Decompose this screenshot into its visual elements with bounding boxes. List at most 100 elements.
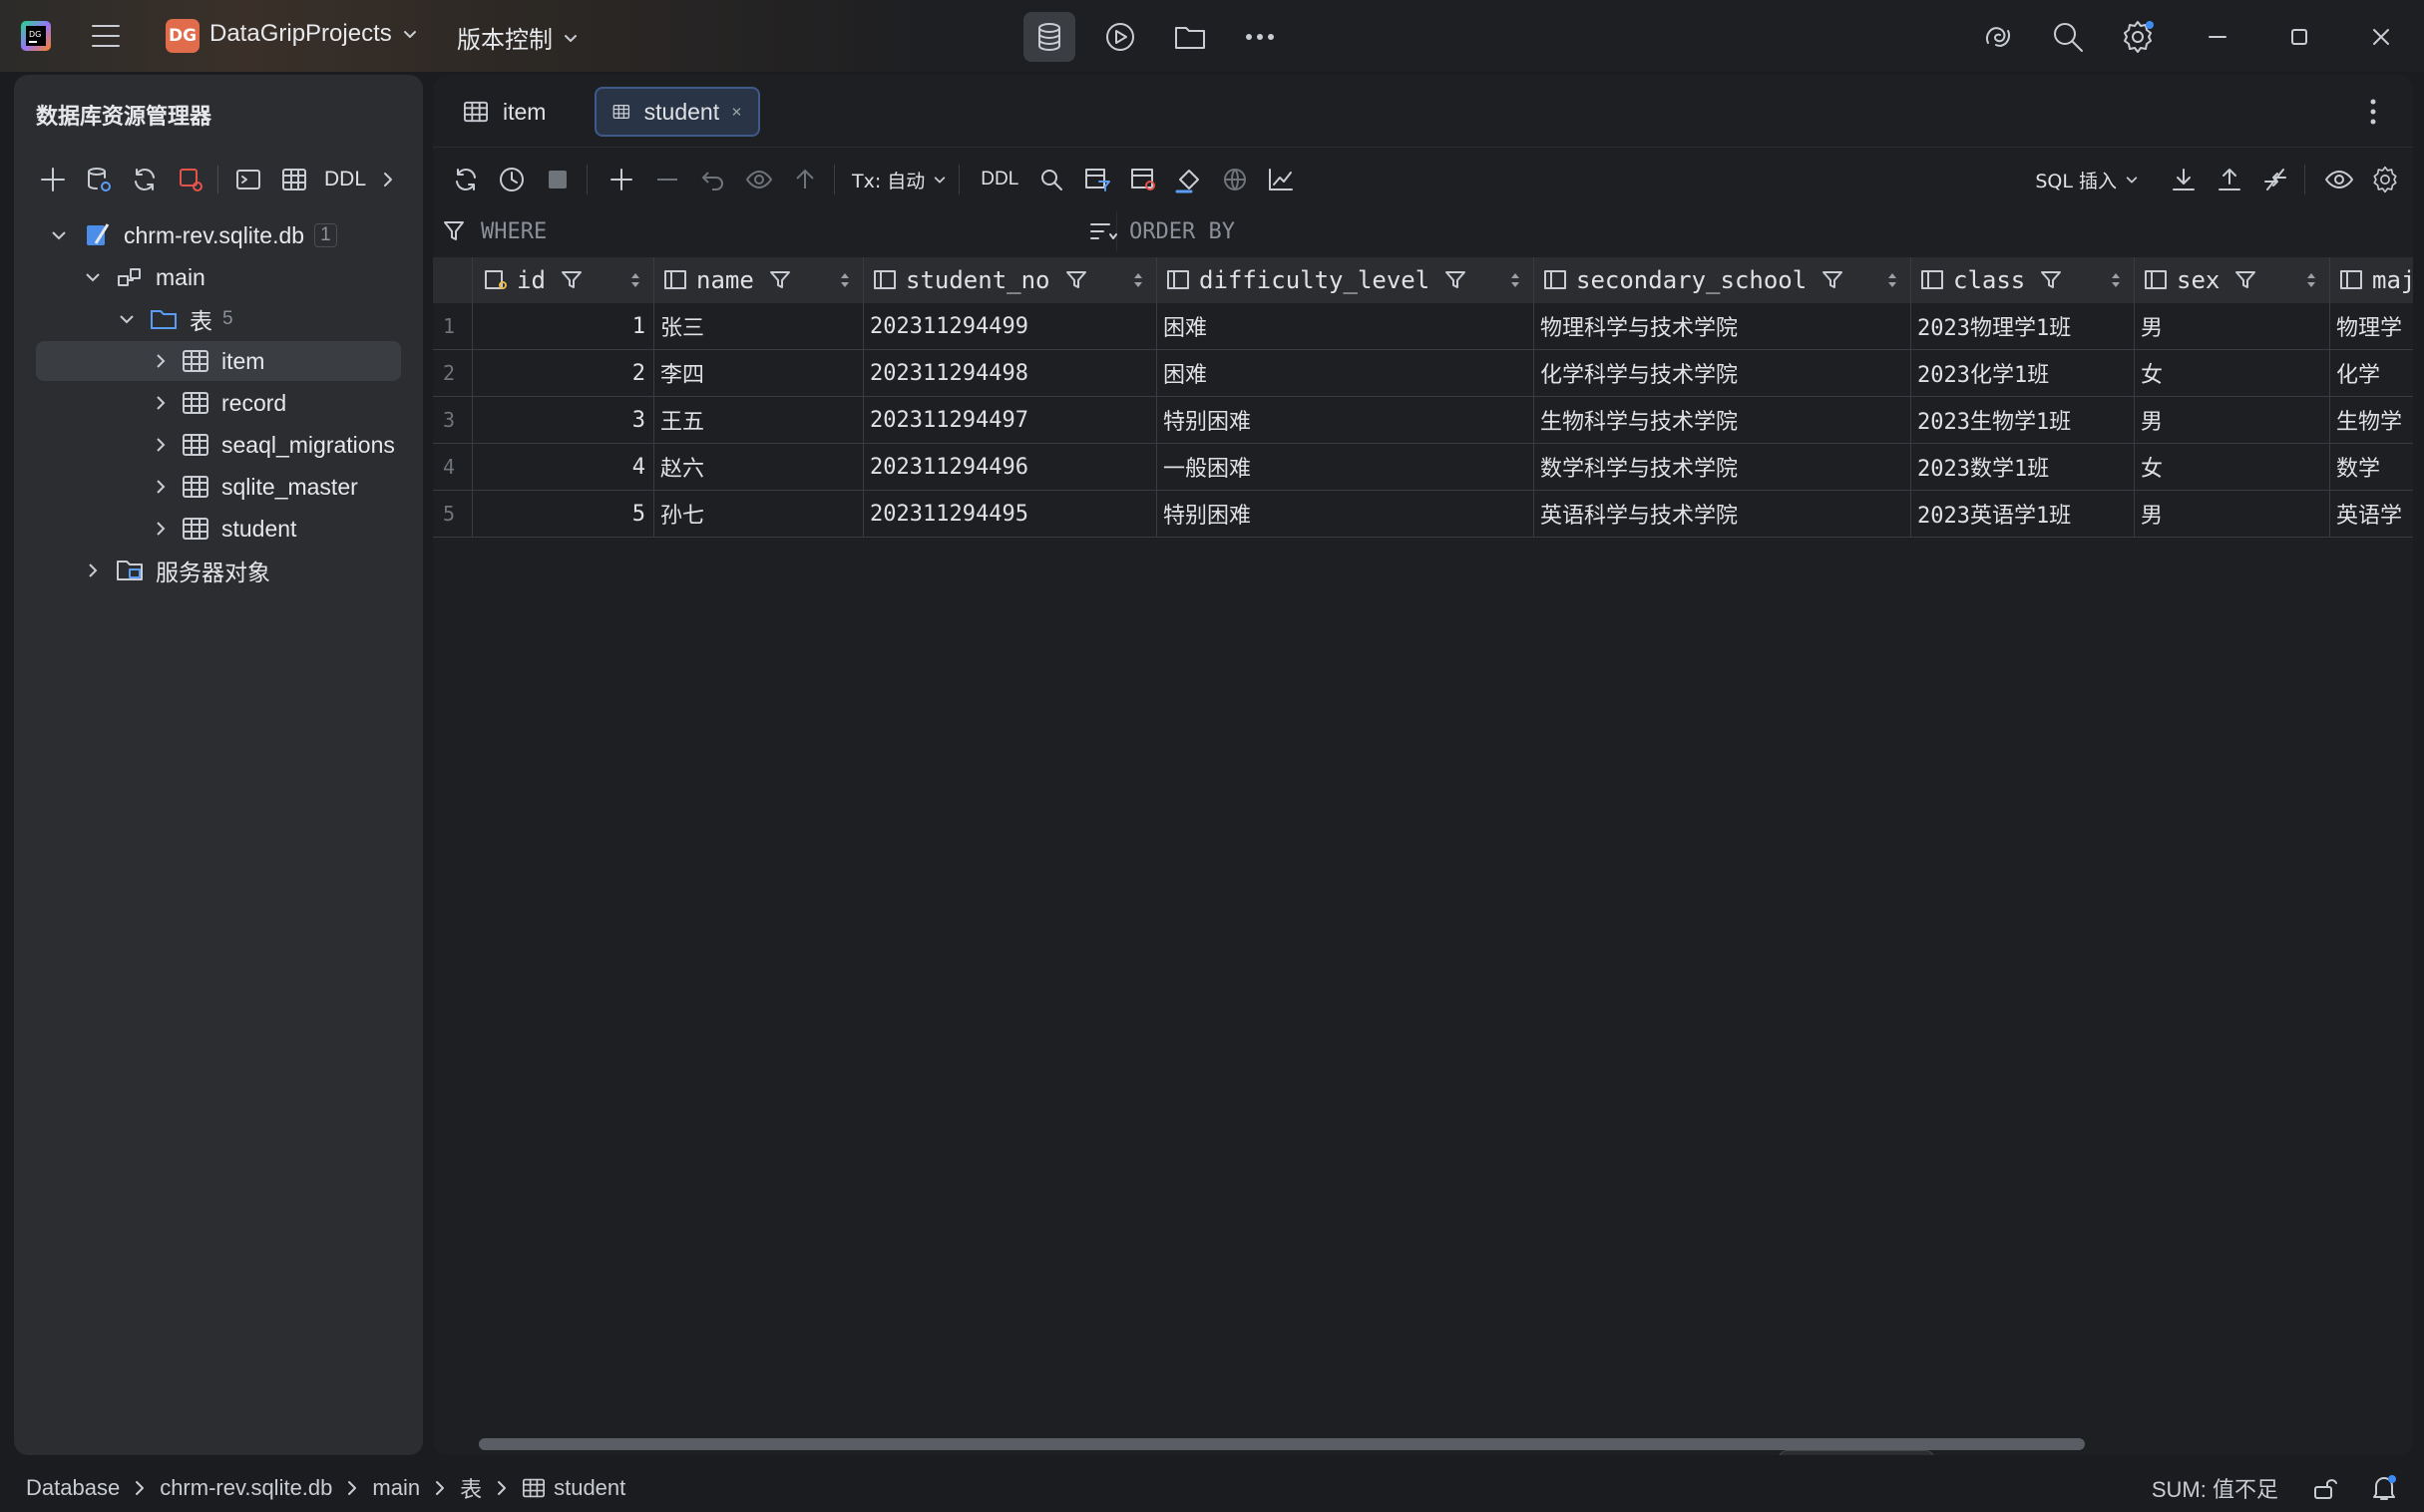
cell-student-no[interactable]: 202311294498 [864,350,1157,397]
cell-name[interactable]: 赵六 [654,444,864,491]
breadcrumb-item[interactable]: chrm-rev.sqlite.db [160,1475,332,1501]
cell-student-no[interactable]: 202311294495 [864,491,1157,538]
cell-name[interactable]: 孙七 [654,491,864,538]
cell-sex[interactable]: 女 [2135,444,2330,491]
filter-icon[interactable] [2039,268,2063,292]
cell-difficulty-level[interactable]: 特别困难 [1157,491,1534,538]
settings-gear-icon[interactable] [2115,14,2161,60]
column-header-student-no[interactable]: student_no [864,257,1157,303]
cell-sex[interactable]: 男 [2135,491,2330,538]
tree-table-item[interactable]: item [36,341,401,381]
cell-student-no[interactable]: 202311294499 [864,303,1157,350]
breadcrumb-item[interactable]: 表 [460,1472,482,1504]
maximize-icon[interactable] [2276,14,2322,60]
vcs-menu[interactable]: 版本控制 [457,20,579,55]
eye-icon[interactable] [2316,168,2362,191]
main-menu-icon[interactable] [86,16,126,56]
column-header-major[interactable]: maj [2330,257,2413,303]
search-icon[interactable] [2045,14,2091,60]
cell-sex[interactable]: 男 [2135,303,2330,350]
cell-difficulty-level[interactable]: 困难 [1157,350,1534,397]
data-source-properties-icon[interactable] [76,166,122,193]
tree-db-node[interactable]: chrm-rev.sqlite.db 1 [36,215,401,255]
sort-toggle-icon[interactable] [2110,270,2122,290]
settings-gear-icon[interactable] [2362,166,2408,193]
datagrip-logo-icon[interactable]: DG [18,18,54,54]
preview-changes-icon[interactable] [736,167,782,192]
paint-bucket-icon[interactable] [1166,166,1212,193]
sort-toggle-icon[interactable] [1509,270,1521,290]
tree-table-student[interactable]: student [36,509,401,549]
cell-name[interactable]: 张三 [654,303,864,350]
compare-icon[interactable] [2252,166,2298,193]
globe-icon[interactable] [1212,167,1258,192]
breadcrumb-item[interactable]: main [372,1475,420,1501]
filter-icon[interactable] [1820,268,1844,292]
chart-icon[interactable] [1258,167,1304,192]
breadcrumb-item[interactable]: student [522,1475,625,1501]
cell-difficulty-level[interactable]: 困难 [1157,303,1534,350]
cell-difficulty-level[interactable]: 特别困难 [1157,397,1534,444]
filter-icon[interactable] [2233,268,2257,292]
export-format-dropdown[interactable]: SQL 插入 [2035,167,2139,193]
database-icon[interactable] [1023,12,1075,62]
cell-id[interactable]: 1 [473,303,654,350]
cell-class[interactable]: 2023物理学1班 [1911,303,2135,350]
cell-class[interactable]: 2023化学1班 [1911,350,2135,397]
breadcrumb-item[interactable]: Database [26,1475,120,1501]
minimize-icon[interactable] [2195,14,2240,60]
column-header-id[interactable]: id [473,257,654,303]
cell-student-no[interactable]: 202311294497 [864,397,1157,444]
add-row-icon[interactable] [599,167,644,192]
cell-major[interactable]: 英语学 [2330,491,2413,538]
tree-table-seaql-migrations[interactable]: seaql_migrations [36,425,401,465]
sort-toggle-icon[interactable] [629,270,641,290]
download-icon[interactable] [2161,167,2207,192]
cell-secondary-school[interactable]: 英语科学与技术学院 [1534,491,1911,538]
disconnect-icon[interactable] [168,166,213,193]
cell-sex[interactable]: 男 [2135,397,2330,444]
tree-table-sqlite-master[interactable]: sqlite_master [36,467,401,507]
ai-assistant-icon[interactable] [1975,14,2021,60]
close-tab-icon[interactable] [731,104,742,120]
cell-sex[interactable]: 女 [2135,350,2330,397]
filter-icon[interactable] [560,268,584,292]
submit-icon[interactable] [782,167,828,192]
cell-secondary-school[interactable]: 化学科学与技术学院 [1534,350,1911,397]
cell-secondary-school[interactable]: 数学科学与技术学院 [1534,444,1911,491]
refresh-icon[interactable] [122,166,168,193]
tab-student[interactable]: student [595,87,760,137]
cell-class[interactable]: 2023数学1班 [1911,444,2135,491]
search-icon[interactable] [1028,167,1074,192]
cell-id[interactable]: 4 [473,444,654,491]
sort-toggle-icon[interactable] [1886,270,1898,290]
close-window-icon[interactable] [2358,14,2404,60]
cell-major[interactable]: 化学 [2330,350,2413,397]
cell-id[interactable]: 5 [473,491,654,538]
tab-item[interactable]: item [447,87,577,137]
view-table-icon[interactable] [1120,166,1166,193]
tx-mode-dropdown[interactable]: Tx: 自动 [852,167,947,193]
reload-icon[interactable] [443,166,489,193]
tree-tables-folder[interactable]: 表 5 [36,299,401,339]
column-header-secondary-school[interactable]: secondary_school [1534,257,1911,303]
history-icon[interactable] [489,166,535,193]
tab-options-icon[interactable] [2368,97,2378,127]
run-services-icon[interactable] [1097,14,1143,60]
filter-icon[interactable] [1064,268,1088,292]
filter-icon[interactable] [768,268,792,292]
sort-toggle-icon[interactable] [839,270,851,290]
column-header-class[interactable]: class [1911,257,2135,303]
project-badge[interactable]: DG [166,19,200,53]
folder-icon[interactable] [1167,14,1213,60]
column-header-sex[interactable]: sex [2135,257,2330,303]
ddl-button[interactable]: DDL [971,169,1028,190]
upload-icon[interactable] [2207,167,2252,192]
cell-id[interactable]: 3 [473,397,654,444]
order-by-filter[interactable]: ORDER BY [1089,211,1788,251]
more-icon[interactable] [1237,14,1283,60]
cell-difficulty-level[interactable]: 一般困难 [1157,444,1534,491]
tree-schema-node[interactable]: main [36,257,401,297]
where-filter[interactable]: WHERE [443,211,1117,251]
console-icon[interactable] [225,166,271,193]
